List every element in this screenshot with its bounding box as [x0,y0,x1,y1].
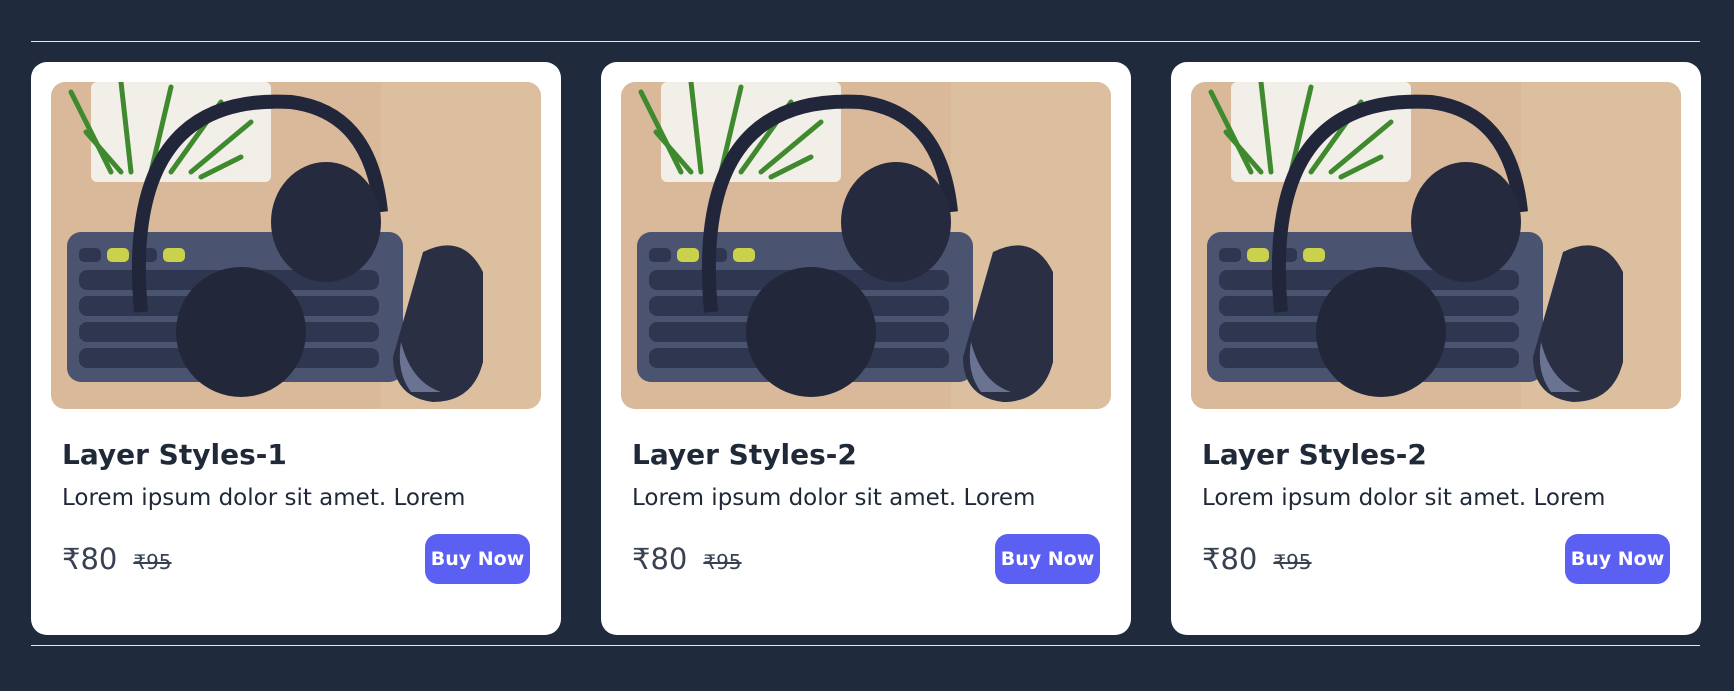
product-image [621,82,1111,409]
product-card: Layer Styles-2 Lorem ipsum dolor sit ame… [1171,62,1701,635]
buy-now-button[interactable]: Buy Now [995,534,1100,584]
original-price: ₹95 [1273,550,1312,574]
price-group: ₹80 ₹95 [62,542,172,576]
card-title: Layer Styles-2 [632,438,857,471]
current-price: ₹80 [632,542,688,576]
card-footer: ₹80 ₹95 Buy Now [632,534,1100,584]
bottom-divider [31,645,1700,646]
product-card: Layer Styles-1 Lorem ipsum dolor sit ame… [31,62,561,635]
card-title: Layer Styles-1 [62,438,287,471]
product-card: Layer Styles-2 Lorem ipsum dolor sit ame… [601,62,1131,635]
top-divider [31,41,1700,42]
buy-now-button[interactable]: Buy Now [1565,534,1670,584]
current-price: ₹80 [62,542,118,576]
product-image [1191,82,1681,409]
buy-now-button[interactable]: Buy Now [425,534,530,584]
price-group: ₹80 ₹95 [632,542,742,576]
product-card-list: Layer Styles-1 Lorem ipsum dolor sit ame… [31,62,1701,635]
card-title: Layer Styles-2 [1202,438,1427,471]
card-footer: ₹80 ₹95 Buy Now [1202,534,1670,584]
card-description: Lorem ipsum dolor sit amet. Lorem [632,485,1036,512]
price-group: ₹80 ₹95 [1202,542,1312,576]
original-price: ₹95 [133,550,172,574]
current-price: ₹80 [1202,542,1258,576]
original-price: ₹95 [703,550,742,574]
card-description: Lorem ipsum dolor sit amet. Lorem [62,485,466,512]
card-description: Lorem ipsum dolor sit amet. Lorem [1202,485,1606,512]
product-image [51,82,541,409]
card-footer: ₹80 ₹95 Buy Now [62,534,530,584]
